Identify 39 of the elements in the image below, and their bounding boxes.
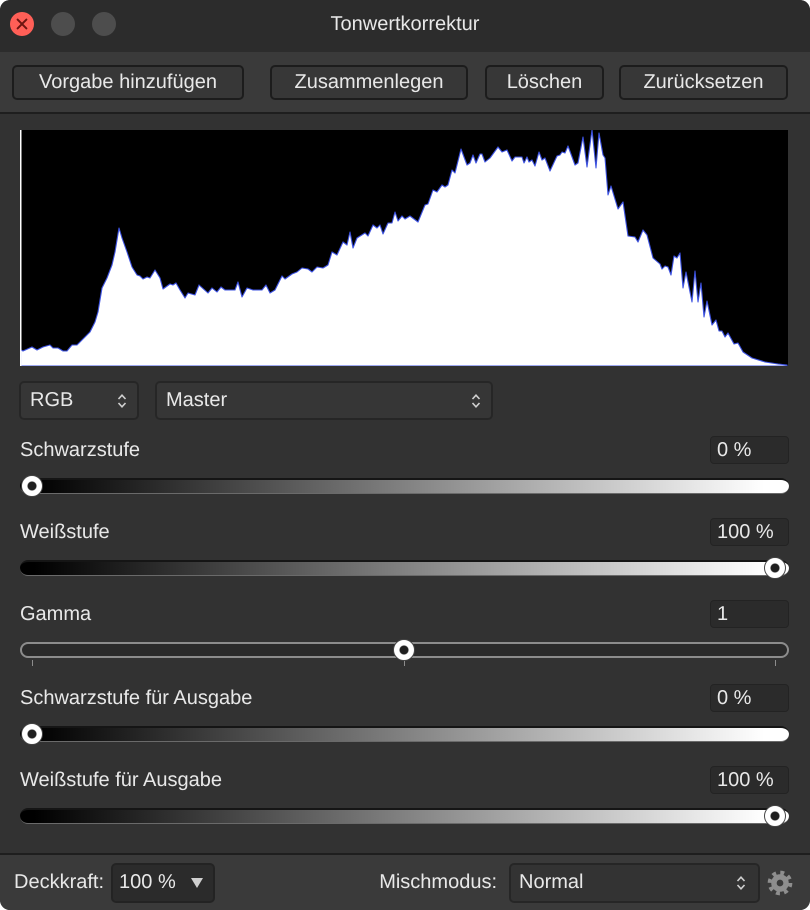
- slider-thumb[interactable]: [21, 475, 43, 497]
- level-slider[interactable]: [20, 722, 789, 746]
- slider-label: Weißstufe für Ausgabe: [20, 768, 222, 792]
- chevron-up-down-icon: [117, 392, 127, 408]
- window-title: Tonwertkorrektur: [330, 12, 480, 36]
- value-field[interactable]: 1: [710, 600, 789, 628]
- slider-thumb[interactable]: [764, 805, 786, 827]
- value-field[interactable]: 100 %: [710, 518, 789, 546]
- slider-thumb[interactable]: [392, 639, 414, 661]
- toolbar-button[interactable]: Löschen: [485, 64, 604, 100]
- scale-tick-icon: [775, 660, 776, 666]
- field-label: Mischmodus:: [379, 871, 497, 894]
- chevron-up-down-icon: [471, 392, 481, 408]
- caret-down-icon: [191, 878, 204, 888]
- select-dropdown[interactable]: RGB: [19, 381, 139, 420]
- value-field[interactable]: 0 %: [710, 436, 789, 464]
- field-label: Deckkraft:: [14, 871, 104, 894]
- close-icon[interactable]: [10, 12, 34, 36]
- slider-label: Schwarzstufe: [20, 438, 140, 462]
- level-slider[interactable]: [20, 474, 789, 498]
- value-field[interactable]: 100 %: [710, 766, 789, 794]
- slider-label: Schwarzstufe für Ausgabe: [20, 686, 252, 710]
- toolbar-button[interactable]: Zurücksetzen: [619, 64, 788, 100]
- level-slider[interactable]: [20, 638, 789, 662]
- level-slider[interactable]: [20, 556, 789, 580]
- settings-icon[interactable]: [767, 870, 793, 896]
- toolbar-button[interactable]: Vorgabe hinzufügen: [12, 64, 244, 100]
- toolbar-button[interactable]: Zusammenlegen: [270, 64, 468, 100]
- level-slider[interactable]: [20, 804, 789, 828]
- slider-label: Weißstufe: [20, 520, 110, 544]
- slider-thumb[interactable]: [764, 557, 786, 579]
- opacity-dropdown[interactable]: 100 %: [111, 862, 216, 902]
- blend-mode-dropdown[interactable]: Normal: [509, 862, 760, 902]
- chevron-up-down-icon: [736, 874, 746, 890]
- scale-tick-icon: [32, 660, 33, 666]
- slider-thumb[interactable]: [21, 723, 43, 745]
- slider-label: Gamma: [20, 602, 92, 626]
- select-dropdown[interactable]: Master: [155, 381, 493, 420]
- value-field[interactable]: 0 %: [710, 684, 789, 712]
